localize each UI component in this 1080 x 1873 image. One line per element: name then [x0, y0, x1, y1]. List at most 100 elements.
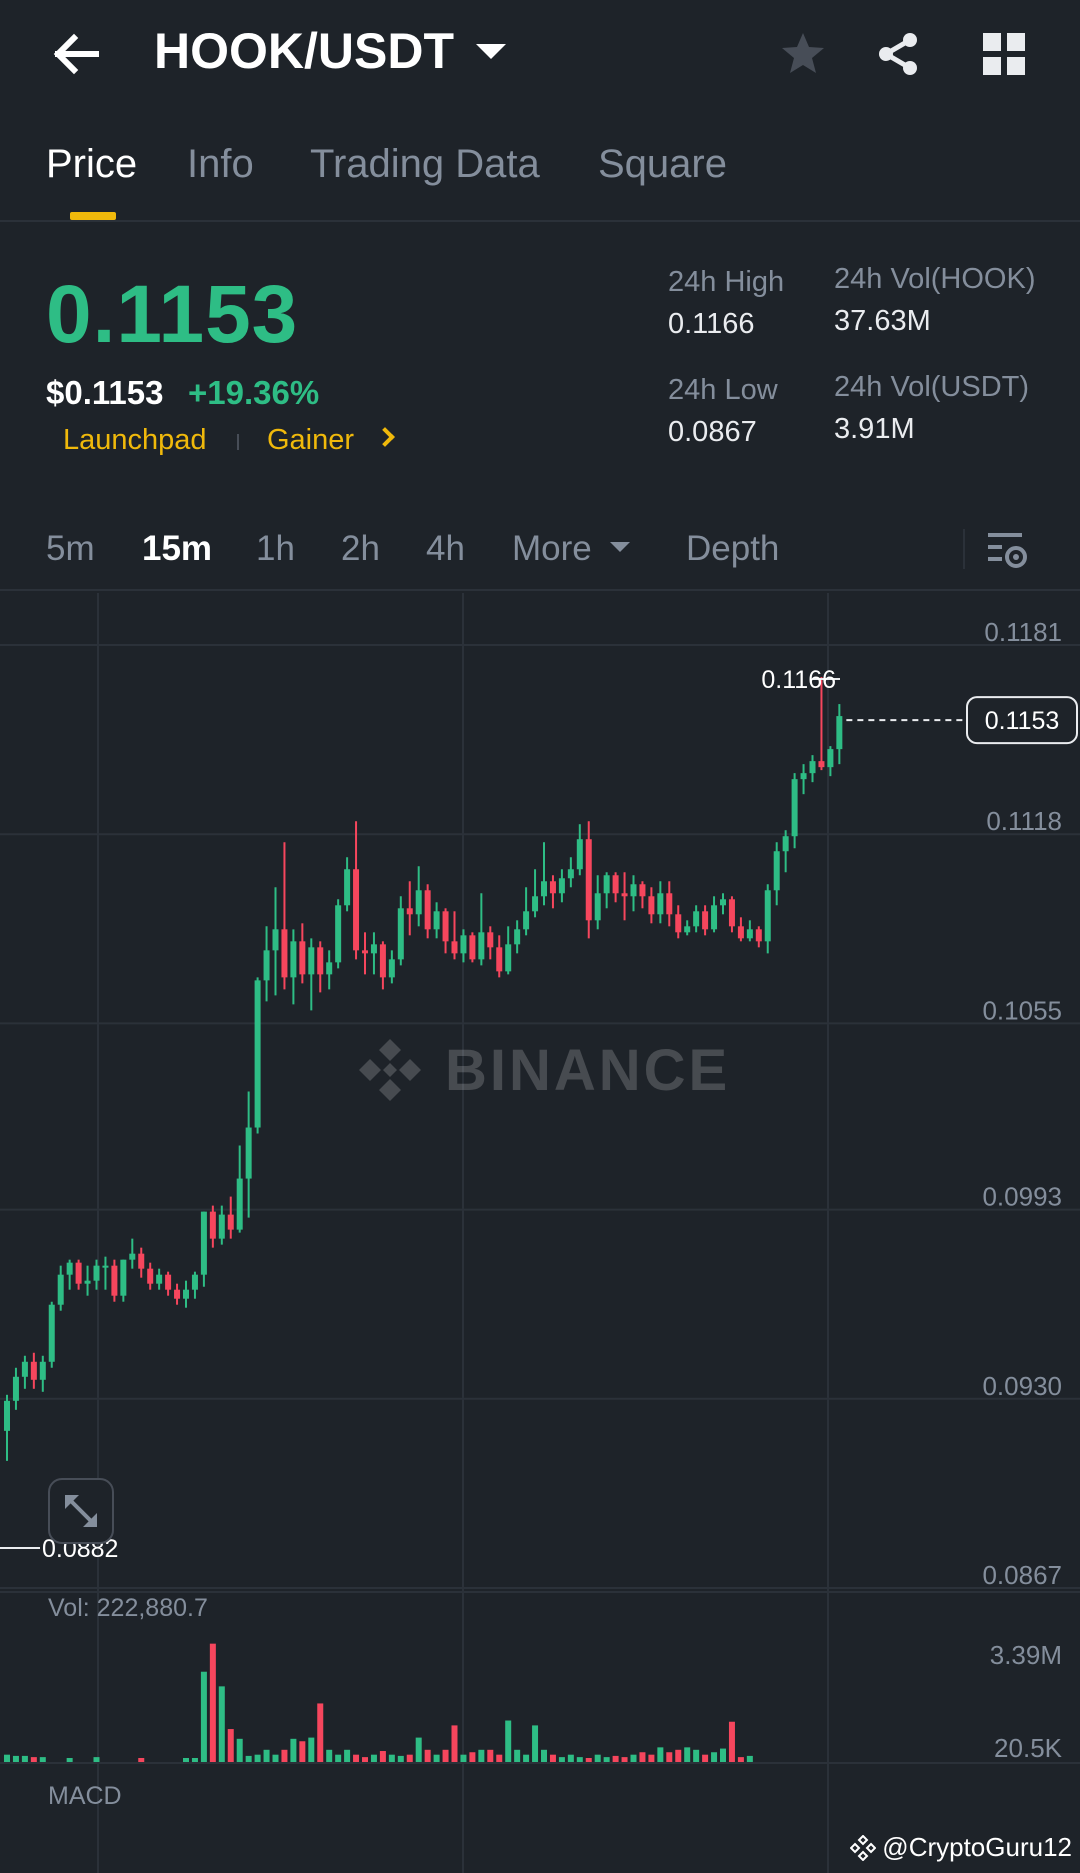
depth-tab[interactable]: Depth	[686, 529, 779, 569]
candle	[791, 779, 798, 837]
star-icon	[782, 33, 824, 73]
tab-info[interactable]: Info	[187, 142, 254, 187]
macd-label[interactable]: MACD	[48, 1782, 122, 1811]
candle	[415, 890, 422, 915]
price-tick-label: 0.0867	[982, 1560, 1062, 1590]
favorite-button[interactable]	[775, 26, 831, 82]
candle	[66, 1262, 73, 1275]
volume-bar	[183, 1758, 189, 1762]
volume-bar	[612, 1755, 619, 1762]
candle	[576, 839, 583, 870]
vol-base-value: 37.63M	[834, 305, 931, 337]
volume-bar	[66, 1758, 73, 1762]
interval-15m[interactable]: 15m	[142, 529, 212, 569]
candle	[720, 899, 726, 906]
volume-bar	[424, 1749, 431, 1762]
volume-bar	[12, 1755, 19, 1762]
candle	[317, 947, 324, 975]
volume-bar	[30, 1757, 37, 1762]
share-button[interactable]	[870, 26, 926, 82]
interval-5m[interactable]: 5m	[46, 529, 95, 569]
candle	[702, 911, 709, 930]
price-tick-label: 0.0993	[982, 1182, 1062, 1212]
candle	[147, 1268, 154, 1284]
high-marker-label: 0.1166	[761, 666, 836, 694]
volume-bar	[21, 1755, 28, 1762]
interval-more[interactable]: More	[512, 529, 592, 569]
chart-canvas[interactable]: 0.1181 0.1118 0.1055 0.0993 0.0930 0.0867 0.11…	[0, 593, 1080, 1873]
candle	[272, 929, 279, 951]
tag-gainer[interactable]: Gainer	[267, 424, 354, 457]
volume-bar	[567, 1754, 574, 1762]
last-price: 0.1153	[46, 269, 299, 360]
candle	[290, 941, 297, 978]
candle	[93, 1265, 100, 1281]
candle	[567, 869, 574, 879]
interval-2h[interactable]: 2h	[341, 529, 380, 569]
volume-bar	[496, 1754, 503, 1762]
volume-bar	[460, 1754, 467, 1762]
candle	[138, 1253, 145, 1269]
vol-quote-label: 24h Vol(USDT)	[834, 371, 1030, 403]
candle	[469, 935, 476, 960]
share-icon	[879, 33, 917, 75]
chevron-down-icon	[610, 542, 630, 552]
volume-bar	[594, 1754, 601, 1762]
usd-price: $0.1153	[46, 374, 164, 411]
volume-bar	[576, 1757, 583, 1762]
volume-bar	[388, 1754, 395, 1762]
volume-bar	[245, 1755, 252, 1762]
candle	[370, 944, 377, 954]
volume-bar	[478, 1749, 485, 1762]
low-value: 0.0867	[668, 416, 757, 448]
tab-square[interactable]: Square	[598, 142, 727, 187]
pair-label: HOOK/USDT	[154, 23, 454, 79]
interval-1h[interactable]: 1h	[256, 529, 295, 569]
high-value: 0.1166	[668, 308, 755, 340]
volume-bar	[4, 1754, 10, 1762]
volume-bar	[657, 1747, 664, 1762]
candle	[603, 875, 610, 894]
candle	[558, 878, 565, 894]
candle	[299, 941, 306, 975]
last-price-label: 0.1153	[985, 707, 1060, 735]
binance-logo-icon	[359, 1039, 421, 1101]
layout-button[interactable]	[976, 26, 1032, 82]
interval-4h[interactable]: 4h	[426, 529, 465, 569]
candle	[362, 950, 368, 954]
expand-chart-button[interactable]	[48, 1478, 114, 1544]
volume-bar	[397, 1755, 404, 1762]
candle	[514, 929, 521, 945]
volume-bar	[728, 1721, 735, 1762]
high-label: 24h High	[668, 266, 785, 298]
volume-bar	[344, 1749, 351, 1762]
candle	[737, 926, 744, 939]
candle	[218, 1214, 225, 1239]
candle	[433, 911, 440, 930]
volume-bar	[236, 1738, 243, 1762]
volume-bar	[541, 1749, 547, 1762]
candle	[75, 1262, 82, 1284]
candle	[728, 899, 735, 927]
chevron-right-icon[interactable]	[375, 427, 395, 447]
chevron-down-icon	[476, 43, 506, 59]
candle	[612, 875, 619, 894]
candle	[505, 944, 512, 972]
candle	[308, 947, 315, 975]
kline-chart[interactable]: 0.1181 0.1118 0.1055 0.0993 0.0930 0.0867 0.11…	[0, 593, 1080, 1873]
candle	[782, 836, 789, 852]
candle	[666, 893, 673, 915]
tab-price[interactable]: Price	[46, 142, 137, 187]
chart-settings-button[interactable]	[984, 525, 1034, 575]
pair-selector[interactable]: HOOK/USDT	[154, 22, 506, 80]
tab-trading-data[interactable]: Trading Data	[310, 142, 540, 187]
tag-launchpad[interactable]: Launchpad	[63, 424, 207, 457]
candle	[818, 761, 825, 768]
candle	[809, 761, 816, 774]
volume-tick-label: 20.5K	[994, 1733, 1063, 1763]
back-button[interactable]	[48, 26, 104, 82]
volume-bar	[254, 1754, 261, 1762]
grid-icon	[983, 33, 1025, 75]
candle	[281, 929, 288, 978]
candle	[657, 893, 664, 915]
